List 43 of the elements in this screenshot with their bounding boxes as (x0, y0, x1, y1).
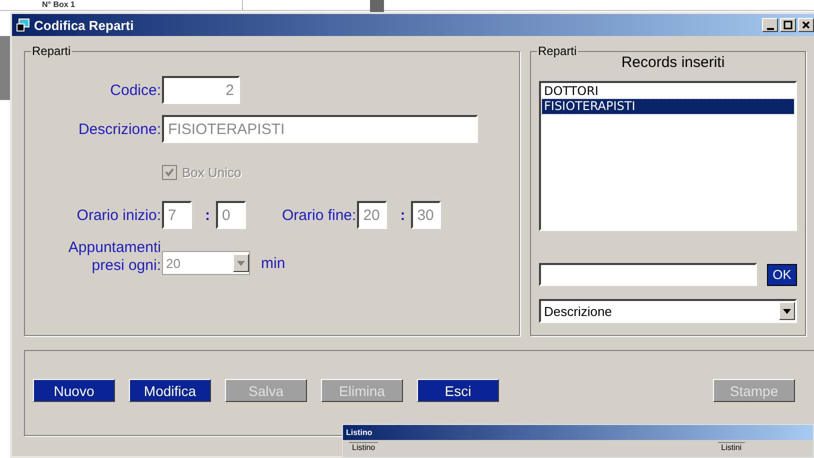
maximize-button[interactable] (780, 18, 796, 32)
window-title: Codifica Reparti (34, 18, 134, 32)
input-field[interactable]: 0 (216, 201, 246, 229)
list-item[interactable]: DOTTORI (542, 84, 794, 99)
time-separator: : (400, 206, 406, 224)
background-panel (0, 36, 10, 100)
field-label: Descrizione: (77, 120, 162, 138)
table-cell: N° Box 1 (0, 0, 243, 10)
list-item[interactable]: FISIOTERAPISTI (542, 99, 794, 114)
unit-label: min (261, 255, 286, 272)
group-title: Reparti (537, 44, 578, 58)
action-button[interactable]: Esci (417, 379, 499, 402)
input-field[interactable]: 30 (411, 201, 442, 229)
input-field[interactable]: 2 (162, 76, 240, 104)
input-field[interactable]: 7 (162, 201, 192, 229)
scrollbar (370, 0, 384, 12)
dropdown[interactable]: Descrizione (539, 299, 797, 323)
minimize-button[interactable] (762, 18, 778, 32)
field-label: Orario inizio: (76, 206, 162, 224)
checkbox-label: Box Unico (182, 165, 242, 180)
input-field[interactable]: 20 (357, 201, 388, 229)
group-title: Listino (349, 442, 378, 452)
window-icon (16, 18, 30, 32)
close-button[interactable] (798, 18, 814, 32)
maximize-icon (782, 19, 794, 31)
dropdown-value: 20 (166, 256, 180, 270)
close-icon (800, 19, 812, 31)
dropdown-value: Descrizione (544, 304, 612, 318)
search-field[interactable] (539, 263, 757, 286)
window-title: Listino (343, 425, 813, 440)
list-heading: Records inseriti (620, 54, 726, 71)
group-title: Reparti (31, 44, 72, 58)
field-label: Appuntamenti presi ogni: (67, 239, 162, 275)
action-button[interactable]: Modifica (129, 379, 211, 402)
minimize-icon (766, 28, 774, 30)
dropdown[interactable]: 20 (162, 251, 250, 275)
input-field[interactable]: FISIOTERAPISTI (162, 115, 478, 143)
group-title: Listini (718, 442, 745, 452)
field-label: Codice: (109, 82, 162, 98)
time-separator: : (205, 206, 210, 224)
field-label: Orario fine: (282, 206, 358, 224)
ok-button[interactable]: OK (767, 264, 797, 286)
action-button[interactable]: Nuovo (33, 379, 115, 402)
